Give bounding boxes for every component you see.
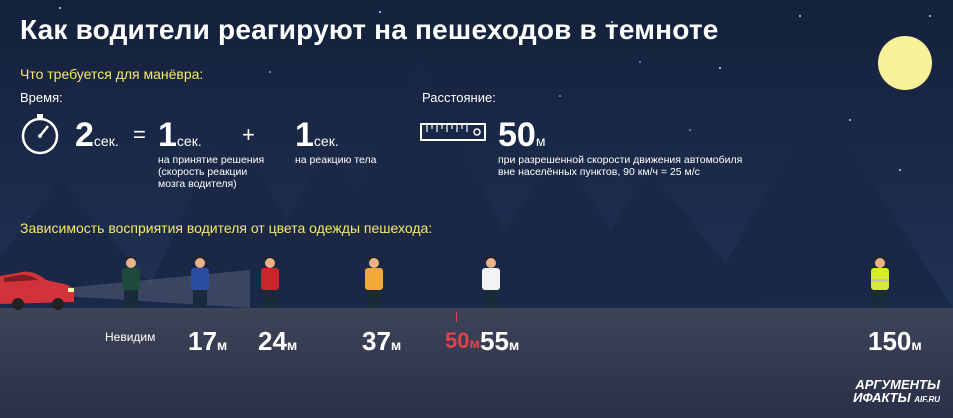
pedestrian-label-invisible: Невидим	[105, 330, 156, 344]
distance-label-1: 17м	[188, 326, 228, 356]
pedestrian-figure	[871, 257, 889, 308]
plus-sign: +	[242, 122, 255, 147]
stopping-distance-desc: при разрешенной скорости движения автомо…	[498, 154, 743, 178]
decision-time-value: 1	[158, 116, 177, 154]
total-time-unit: сек.	[93, 133, 119, 149]
total-time-value: 2	[75, 116, 94, 154]
distance-label: Расстояние:	[422, 90, 496, 105]
stopping-distance-value: 50	[498, 116, 536, 154]
distance-label-5: 150м	[868, 326, 922, 356]
road	[0, 308, 953, 418]
pedestrian-figure	[365, 257, 383, 308]
infographic: Как водители реагируют на пешеходов в те…	[0, 0, 953, 418]
pedestrians-row	[122, 257, 889, 308]
page-title: Как водители реагируют на пешеходов в те…	[20, 14, 719, 45]
pedestrian-figure	[191, 257, 209, 308]
decision-time: 1сек.	[158, 118, 202, 152]
stopwatch-icon	[21, 114, 59, 155]
equals-sign: =	[133, 122, 146, 147]
stopping-distance: 50м	[498, 118, 545, 152]
body-reaction-time: 1сек.	[295, 118, 339, 152]
moon	[878, 36, 932, 90]
body-reaction-value: 1	[295, 116, 314, 154]
distance-label-4: 55м	[480, 326, 520, 356]
pedestrian-figure	[482, 257, 500, 308]
pedestrian-figure	[261, 257, 279, 308]
distance-label-2: 24м	[258, 326, 298, 356]
body-reaction-desc: на реакцию тела	[295, 154, 377, 166]
threshold-tick	[456, 312, 457, 322]
body-reaction-unit: сек.	[313, 133, 339, 149]
threshold-distance: 50м	[445, 328, 480, 353]
ruler-icon	[420, 123, 486, 141]
pedestrian-figure	[122, 257, 140, 308]
decision-time-unit: сек.	[176, 133, 202, 149]
decision-time-desc: на принятие решения (скорость реакции мо…	[158, 154, 265, 190]
time-label: Время:	[20, 90, 63, 105]
clothing-heading: Зависимость восприятия водителя от цвета…	[20, 220, 433, 236]
aif-logo: АРГУМЕНТЫ ИФАКТЫ AIF.RU	[853, 377, 940, 405]
distance-label-3: 37м	[362, 326, 402, 356]
page-subtitle: Что требуется для манёвра:	[20, 66, 204, 82]
stopping-distance-unit: м	[535, 133, 546, 149]
total-time: 2сек.	[75, 118, 119, 152]
